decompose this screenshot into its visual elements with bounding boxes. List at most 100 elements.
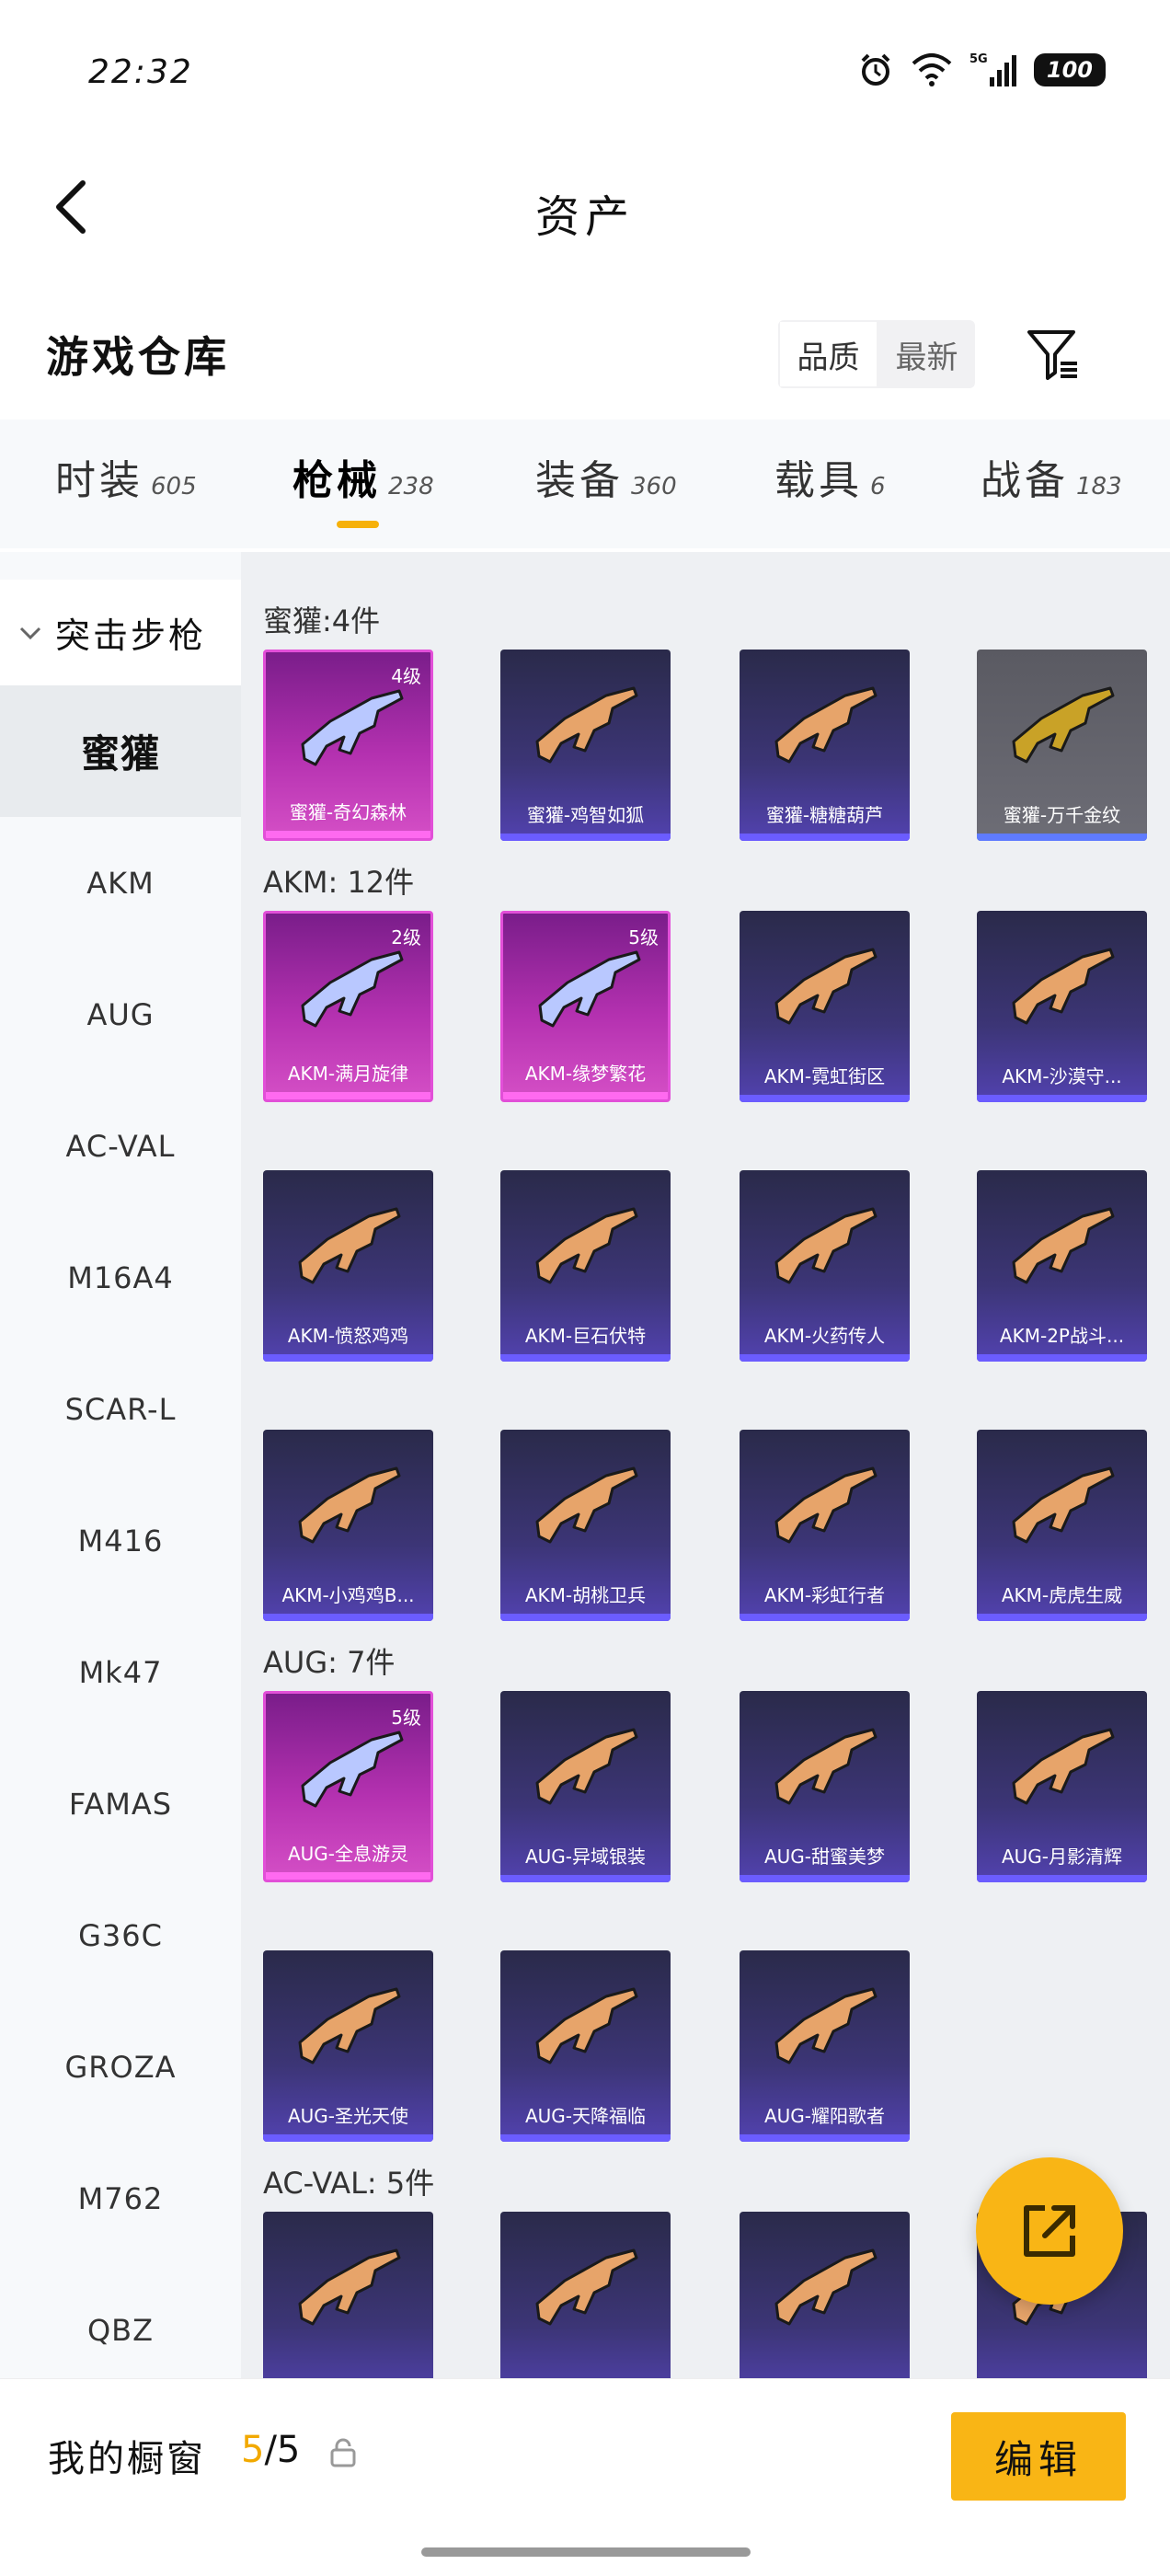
weapon-card[interactable]: AKM-胡桃卫兵	[500, 1430, 671, 1621]
alarm-icon	[857, 52, 894, 88]
share-icon	[1024, 2205, 1075, 2257]
sort-newest-button[interactable]: 最新	[878, 320, 975, 388]
sidebar-item-mk47[interactable]: Mk47	[0, 1606, 241, 1738]
weapon-name: AKM-2P战斗...	[999, 1325, 1125, 1347]
weapon-card[interactable]: AUG-圣光天使	[263, 1950, 433, 2142]
weapon-card[interactable]: AUG-天降福临	[500, 1950, 671, 2142]
weapon-card[interactable]	[740, 2212, 910, 2378]
weapon-level-badge: 5级	[391, 1707, 421, 1729]
sidebar-item-honey-badger[interactable]: 蜜獾	[0, 685, 241, 817]
weapon-name: AKM-沙漠守...	[1002, 1065, 1122, 1087]
weapon-card[interactable]: AKM-巨石伏特	[500, 1170, 671, 1362]
filter-button[interactable]	[1021, 322, 1085, 386]
tab-label: 装备	[535, 457, 624, 504]
weapon-card[interactable]: 蜜獾-糖糖葫芦	[740, 650, 910, 841]
weapon-name: AKM-火药传人	[763, 1325, 886, 1347]
sidebar-item-aug[interactable]: AUG	[0, 949, 241, 1080]
weapon-name: AKM-虎虎生威	[1001, 1584, 1123, 1606]
weapon-skin-image	[298, 1466, 401, 1544]
weapon-name: AKM-缘梦繁花	[524, 1063, 647, 1085]
weapon-skin-image	[774, 1728, 878, 1805]
weapon-skin-image	[535, 1728, 638, 1805]
sidebar-item-g36c[interactable]: G36C	[0, 1869, 241, 2001]
weapon-card[interactable]	[263, 2212, 433, 2378]
weapon-card[interactable]: AKM-火药传人	[740, 1170, 910, 1362]
showcase-count: 5/5	[241, 2429, 300, 2471]
weapon-card[interactable]: 5级 AKM-缘梦繁花	[500, 911, 671, 1102]
lock-icon[interactable]	[329, 2438, 357, 2471]
weapon-card[interactable]: 5级 AUG-全息游灵	[263, 1691, 433, 1882]
sort-quality-button[interactable]: 品质	[778, 320, 878, 388]
tab-outfits[interactable]: 时装 605	[55, 447, 197, 521]
weapon-skin-image	[774, 948, 878, 1025]
weapon-card[interactable]: AKM-小鸡鸡B...	[263, 1430, 433, 1621]
weapon-name	[977, 2363, 1147, 2378]
weapon-card[interactable]: AUG-耀阳歌者	[740, 1950, 910, 2142]
tab-vehicles[interactable]: 载具 6	[774, 447, 886, 521]
weapon-skin-image	[535, 1466, 638, 1544]
weapon-skin-image	[301, 689, 404, 766]
tab-equipment[interactable]: 装备 360	[535, 447, 677, 521]
weapon-card[interactable]: AUG-异域银装	[500, 1691, 671, 1882]
tab-count: 183	[1076, 473, 1122, 500]
rarity-strip	[266, 1092, 430, 1099]
sidebar-item-m762[interactable]: M762	[0, 2133, 241, 2264]
rarity-strip	[740, 1354, 910, 1362]
showcase-total: /5	[264, 2429, 301, 2471]
weapon-skin-image	[1012, 948, 1115, 1025]
rarity-strip	[977, 1875, 1147, 1882]
weapon-card[interactable]: AUG-甜蜜美梦	[740, 1691, 910, 1882]
weapon-skin-image	[774, 1207, 878, 1284]
sidebar-item-scar-l[interactable]: SCAR-L	[0, 1343, 241, 1475]
weapon-card[interactable]: AKM-彩虹行者	[740, 1430, 910, 1621]
weapon-name: AKM-小鸡鸡B...	[281, 1584, 415, 1606]
weapon-name: AUG-全息游灵	[287, 1843, 409, 1865]
weapon-card[interactable]: AKM-虎虎生威	[977, 1430, 1147, 1621]
home-indicator[interactable]	[421, 2547, 751, 2557]
tab-supplies[interactable]: 战备 183	[981, 447, 1122, 521]
weapon-card[interactable]: 2级 AKM-满月旋律	[263, 911, 433, 1102]
nav-bar: 资产	[0, 147, 1170, 267]
weapon-card[interactable]	[500, 2212, 671, 2378]
weapon-name: 蜜獾-奇幻森林	[289, 801, 407, 823]
sidebar-item-groza[interactable]: GROZA	[0, 2001, 241, 2133]
weapon-card[interactable]: AKM-愤怒鸡鸡	[263, 1170, 433, 1362]
rarity-strip	[977, 1095, 1147, 1102]
rarity-strip	[500, 1354, 671, 1362]
weapon-card[interactable]: 蜜獾-鸡智如狐	[500, 650, 671, 841]
weapon-card[interactable]: 4级蜜獾-奇幻森林	[263, 650, 433, 841]
chevron-down-icon	[19, 627, 41, 639]
weapon-name: AUG-月影清辉	[1001, 1846, 1123, 1868]
rarity-strip	[500, 1614, 671, 1621]
weapon-grid: 蜜獾:4件 4级 蜜獾-奇幻森林 蜜獾-鸡智如狐 蜜獾-糖糖葫芦 蜜獾-万千金纹 AKM: …	[241, 552, 1170, 2378]
sidebar-item-famas[interactable]: FAMAS	[0, 1738, 241, 1869]
wifi-icon	[911, 52, 953, 87]
sidebar-item-m16a4[interactable]: M16A4	[0, 1212, 241, 1343]
weapon-card[interactable]: AKM-霓虹街区	[740, 911, 910, 1102]
weapon-card[interactable]: AUG-月影清辉	[977, 1691, 1147, 1882]
weapon-name: AKM-满月旋律	[287, 1063, 409, 1085]
rarity-strip	[263, 2134, 433, 2142]
sidebar-item-qbz[interactable]: QBZ	[0, 2264, 241, 2378]
weapon-card[interactable]: AKM-沙漠守...	[977, 911, 1147, 1102]
battery-indicator: 100	[1033, 53, 1106, 86]
sidebar-category-label: 突击步枪	[55, 615, 207, 656]
edit-button[interactable]: 编辑	[951, 2412, 1126, 2501]
tab-label: 时装	[55, 457, 143, 504]
warehouse-header: 游戏仓库 品质 最新	[0, 294, 1170, 414]
status-bar: 22:32 5G 100	[0, 0, 1170, 147]
weapon-name	[740, 2363, 910, 2378]
sidebar-category-header[interactable]: 突击步枪	[0, 580, 241, 685]
sidebar-item-ac-val[interactable]: AC-VAL	[0, 1080, 241, 1212]
weapon-skin-image	[1012, 686, 1115, 764]
category-tabs: 时装 605 枪械 238 装备 360 载具 6 战备 183	[0, 420, 1170, 548]
weapon-level-badge: 4级	[391, 665, 421, 687]
weapon-card[interactable]: 蜜獾-万千金纹	[977, 650, 1147, 841]
tab-weapons[interactable]: 枪械 238	[292, 447, 434, 521]
weapon-card[interactable]: AKM-2P战斗...	[977, 1170, 1147, 1362]
sidebar-item-m416[interactable]: M416	[0, 1475, 241, 1606]
rarity-strip	[977, 1354, 1147, 1362]
sidebar-item-akm[interactable]: AKM	[0, 817, 241, 949]
share-button[interactable]	[976, 2157, 1123, 2305]
rarity-strip	[266, 831, 430, 838]
